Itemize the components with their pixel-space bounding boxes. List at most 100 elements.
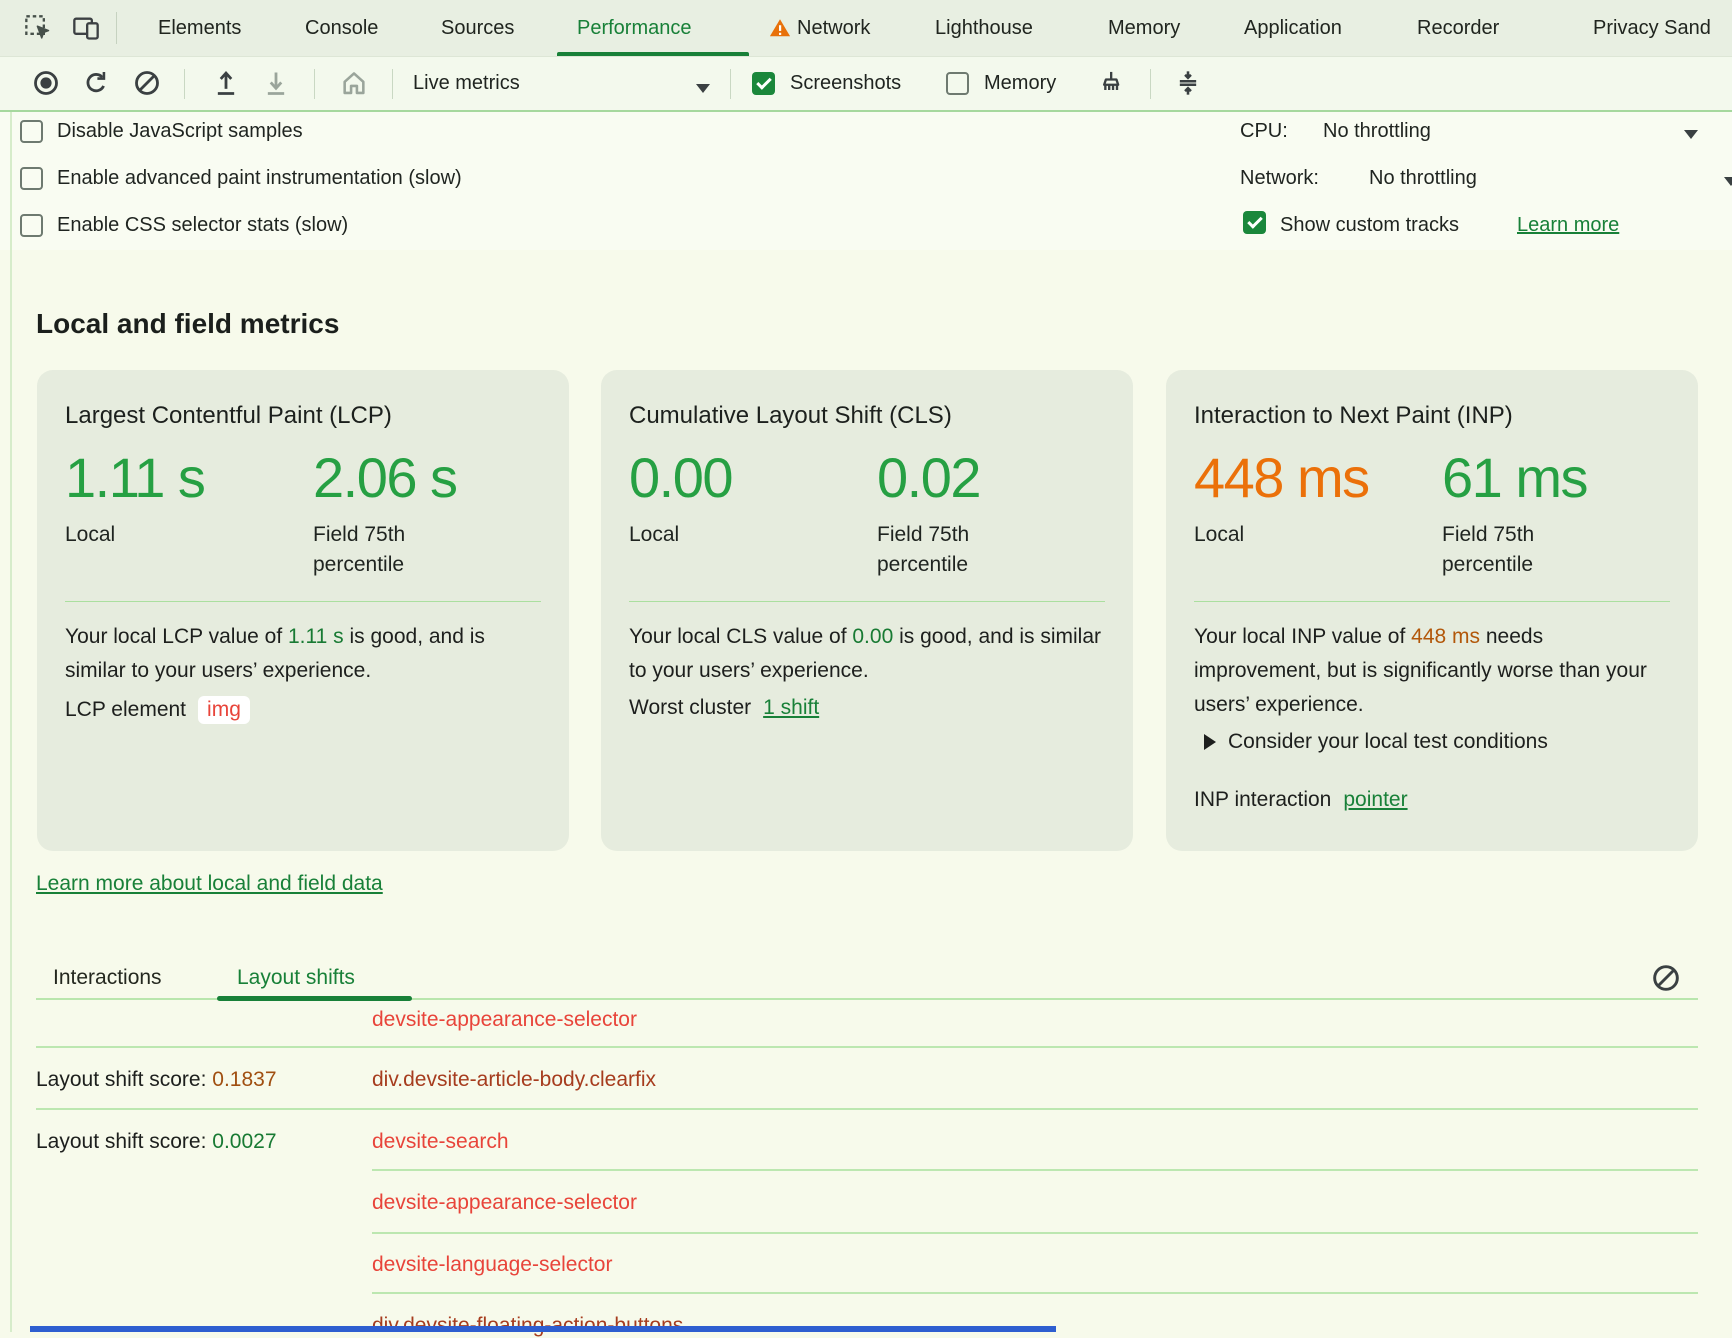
network-throttle-label: Network: <box>1240 167 1319 190</box>
tab-application[interactable]: Application <box>1244 0 1342 56</box>
row-divider <box>36 1046 1698 1048</box>
shift-row-selector[interactable]: devsite-appearance-selector <box>372 1008 637 1032</box>
screenshots-label[interactable]: Screenshots <box>790 57 901 110</box>
shift-row-score: Layout shift score: 0.0027 <box>36 1130 277 1154</box>
memory-label[interactable]: Memory <box>984 57 1056 110</box>
record-button[interactable] <box>32 69 60 97</box>
disable-js-samples-row: Disable JavaScript samples <box>20 116 303 146</box>
chevron-down-icon <box>1684 126 1698 144</box>
inspect-element-icon[interactable] <box>24 14 52 42</box>
tab-performance[interactable]: Performance <box>577 0 692 56</box>
cls-local-label: Local <box>629 520 679 550</box>
row-divider <box>372 1292 1698 1294</box>
inp-card: Interaction to Next Paint (INP) 448 ms 6… <box>1166 370 1698 851</box>
lcp-local-value: 1.11 s <box>65 446 204 510</box>
custom-tracks-label[interactable]: Show custom tracks <box>1280 214 1459 237</box>
tabbar-separator <box>116 12 117 44</box>
clear-log-icon[interactable] <box>1650 962 1682 994</box>
lcp-element-label: LCP element <box>65 698 186 722</box>
tab-memory[interactable]: Memory <box>1108 0 1180 56</box>
css-selector-stats-checkbox[interactable] <box>20 214 43 237</box>
collapse-icon[interactable] <box>1174 69 1202 97</box>
lcp-field-value: 2.06 s <box>313 446 457 510</box>
lcp-field-label: Field 75th percentile <box>313 520 453 580</box>
lcp-description: Your local LCP value of 1.11 s is good, … <box>65 620 537 688</box>
inp-description: Your local INP value of 448 ms needs imp… <box>1194 620 1666 722</box>
toolbar-separator <box>392 69 393 99</box>
custom-tracks-learn-more-link[interactable]: Learn more <box>1517 214 1619 237</box>
shift-row-selector[interactable]: devsite-language-selector <box>372 1253 612 1277</box>
tab-privacy-sandbox[interactable]: Privacy Sand <box>1593 0 1711 56</box>
advanced-paint-row: Enable advanced paint instrumentation (s… <box>20 163 462 193</box>
shift-row-score: Layout shift score: 0.1837 <box>36 1068 277 1092</box>
toolbar-separator <box>314 69 315 99</box>
cls-inline-value: 0.00 <box>852 625 893 648</box>
advanced-paint-label[interactable]: Enable advanced paint instrumentation (s… <box>57 167 462 190</box>
cpu-throttle-label: CPU: <box>1240 120 1288 143</box>
tab-elements[interactable]: Elements <box>158 0 241 56</box>
cls-card-title: Cumulative Layout Shift (CLS) <box>629 402 952 430</box>
cls-worst-cluster-link[interactable]: 1 shift <box>763 696 819 720</box>
network-warning-icon <box>769 17 791 39</box>
tab-sources[interactable]: Sources <box>441 0 514 56</box>
network-throttle-select[interactable]: No throttling <box>1369 167 1477 190</box>
tab-lighthouse[interactable]: Lighthouse <box>935 0 1033 56</box>
cpu-throttle-select[interactable]: No throttling <box>1323 120 1431 143</box>
css-selector-stats-label[interactable]: Enable CSS selector stats (slow) <box>57 214 348 237</box>
disable-js-samples-checkbox[interactable] <box>20 120 43 143</box>
row-divider <box>372 1169 1698 1171</box>
lcp-element-chip[interactable]: img <box>198 696 250 724</box>
tab-interactions[interactable]: Interactions <box>53 956 162 1000</box>
inp-interaction-label: INP interaction <box>1194 788 1331 812</box>
tab-layout-shifts[interactable]: Layout shifts <box>237 956 355 1000</box>
disclosure-triangle-icon <box>1204 734 1216 750</box>
inp-interaction-link[interactable]: pointer <box>1343 788 1407 812</box>
tab-console[interactable]: Console <box>305 0 378 56</box>
card-divider <box>1194 601 1670 602</box>
inp-local-label: Local <box>1194 520 1244 550</box>
upload-profile-icon[interactable] <box>212 69 240 97</box>
screenshots-checkbox[interactable] <box>752 72 775 95</box>
tab-network[interactable]: Network <box>797 0 870 56</box>
lcp-inline-value: 1.11 s <box>288 625 344 648</box>
active-tab-underline <box>557 52 749 56</box>
toggle-device-toolbar-icon[interactable] <box>72 14 100 42</box>
devtools-tab-bar: Elements Console Sources Performance Net… <box>0 0 1732 57</box>
shift-score-value: 0.0027 <box>212 1130 276 1153</box>
disable-js-samples-label[interactable]: Disable JavaScript samples <box>57 120 303 143</box>
collect-garbage-icon[interactable] <box>1096 69 1124 97</box>
inp-inline-value: 448 ms <box>1411 625 1480 648</box>
pane-left-guide <box>10 112 12 1332</box>
cls-card: Cumulative Layout Shift (CLS) 0.00 0.02 … <box>601 370 1133 851</box>
clear-icon[interactable] <box>133 69 161 97</box>
shift-row-selector[interactable]: devsite-appearance-selector <box>372 1191 637 1215</box>
home-icon[interactable] <box>340 69 368 97</box>
card-divider <box>629 601 1105 602</box>
lcp-element-row: LCP element img <box>65 696 250 724</box>
inp-field-label: Field 75th percentile <box>1442 520 1582 580</box>
view-mode-select[interactable]: Live metrics <box>413 57 520 110</box>
download-profile-icon[interactable] <box>262 69 290 97</box>
inp-local-value: 448 ms <box>1194 446 1369 510</box>
shift-row-selector[interactable]: devsite-search <box>372 1130 509 1154</box>
css-selector-stats-row: Enable CSS selector stats (slow) <box>20 210 348 240</box>
inp-local-conditions-disclosure[interactable]: Consider your local test conditions <box>1204 730 1548 754</box>
lcp-local-label: Local <box>65 520 115 550</box>
cls-field-label: Field 75th percentile <box>877 520 1017 580</box>
advanced-paint-checkbox[interactable] <box>20 167 43 190</box>
chevron-down-icon <box>1724 173 1732 191</box>
learn-more-local-field-link[interactable]: Learn more about local and field data <box>36 872 383 896</box>
inp-interaction-row: INP interaction pointer <box>1194 788 1408 812</box>
cls-local-value: 0.00 <box>629 446 732 510</box>
inp-local-conditions-label: Consider your local test conditions <box>1228 730 1548 754</box>
cls-description: Your local CLS value of 0.00 is good, an… <box>629 620 1101 688</box>
reload-record-icon[interactable] <box>82 69 110 97</box>
shift-row-selector[interactable]: div.devsite-article-body.clearfix <box>372 1068 656 1092</box>
custom-tracks-checkbox[interactable] <box>1243 211 1266 234</box>
row-divider <box>372 1232 1698 1234</box>
performance-settings-pane: Disable JavaScript samples Enable advanc… <box>0 112 1732 250</box>
lcp-card: Largest Contentful Paint (LCP) 1.11 s 2.… <box>37 370 569 851</box>
memory-checkbox[interactable] <box>946 72 969 95</box>
tab-recorder[interactable]: Recorder <box>1417 0 1499 56</box>
active-shift-tab-underline <box>217 996 412 1001</box>
